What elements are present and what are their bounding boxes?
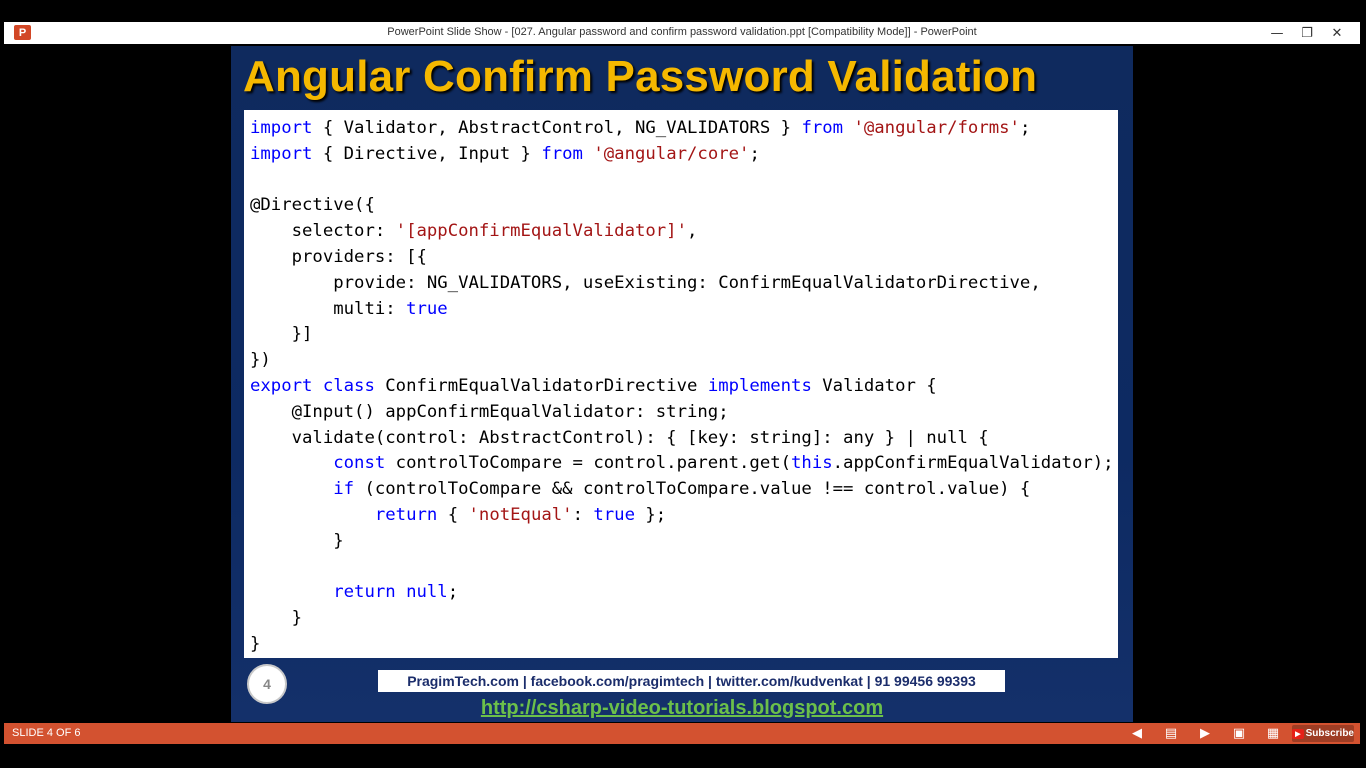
code-line: selector: '[appConfirmEqualValidator]', bbox=[250, 219, 1114, 245]
code-line: if (controlToCompare && controlToCompare… bbox=[250, 477, 1114, 503]
normal-view-icon[interactable]: ▣ bbox=[1224, 723, 1254, 744]
code-token: ConfirmEqualValidatorDirective bbox=[374, 375, 708, 396]
code-line: } bbox=[250, 606, 1114, 632]
code-line: providers: [{ bbox=[250, 245, 1114, 271]
code-line: const controlToCompare = control.parent.… bbox=[250, 451, 1114, 477]
code-token: import bbox=[250, 143, 313, 164]
next-icon[interactable]: ▶ bbox=[1190, 723, 1220, 744]
code-token: }; bbox=[635, 504, 667, 525]
code-token: Validator { bbox=[811, 375, 937, 396]
code-token: multi: bbox=[250, 298, 407, 319]
code-panel: import { Validator, AbstractControl, NG_… bbox=[244, 110, 1118, 658]
code-line: @Input() appConfirmEqualValidator: strin… bbox=[250, 400, 1114, 426]
code-token: const bbox=[333, 453, 386, 474]
code-token: null bbox=[406, 582, 448, 603]
code-token: } bbox=[250, 633, 261, 654]
code-token: import bbox=[250, 118, 313, 138]
code-line: validate(control: AbstractControl): { [k… bbox=[250, 426, 1114, 452]
restore-icon[interactable]: ❐ bbox=[1292, 22, 1322, 44]
code-token: (controlToCompare && controlToCompare.va… bbox=[354, 479, 1031, 500]
window-title: PowerPoint Slide Show - [027. Angular pa… bbox=[387, 26, 977, 38]
code-token: ; bbox=[749, 143, 760, 164]
code-line: multi: true bbox=[250, 297, 1114, 323]
code-line: } bbox=[250, 632, 1114, 658]
code-token: true bbox=[593, 504, 635, 525]
notes-icon[interactable]: ▤ bbox=[1156, 723, 1186, 744]
code-token: true bbox=[406, 298, 448, 319]
code-token: : bbox=[572, 504, 594, 525]
code-token: { bbox=[437, 504, 469, 525]
previous-icon[interactable]: ◀ bbox=[1122, 723, 1152, 744]
code-token: selector: bbox=[250, 221, 396, 242]
code-token: @Directive({ bbox=[250, 195, 375, 216]
code-token: ; bbox=[447, 582, 459, 603]
code-line: import { Directive, Input } from '@angul… bbox=[250, 142, 1114, 168]
code-token: }] bbox=[250, 324, 313, 345]
code-line: }) bbox=[250, 348, 1114, 374]
code-block: import { Validator, AbstractControl, NG_… bbox=[250, 116, 1114, 658]
footer-contact-info: PragimTech.com | facebook.com/pragimtech… bbox=[378, 670, 1005, 692]
code-line: return { 'notEqual': true }; bbox=[250, 503, 1114, 529]
code-token: , bbox=[687, 221, 698, 242]
code-token: }) bbox=[250, 350, 271, 371]
code-line: }] bbox=[250, 322, 1114, 348]
code-token: if bbox=[333, 479, 355, 500]
code-token: return bbox=[374, 504, 438, 525]
statusbar-controls: ◀ ▤ ▶ ▣ ▦ ▶ Subscribe bbox=[1122, 723, 1354, 744]
code-line: import { Validator, AbstractControl, NG_… bbox=[250, 116, 1114, 142]
code-token: implements bbox=[707, 375, 812, 396]
code-token: } bbox=[250, 608, 303, 629]
minimize-icon[interactable]: — bbox=[1262, 22, 1292, 44]
code-token: { Validator, AbstractControl, NG_VALIDAT… bbox=[312, 118, 802, 138]
code-token: } bbox=[250, 530, 344, 551]
code-token: class bbox=[322, 375, 375, 396]
code-token: @Input() appConfirmEqualValidator: strin… bbox=[250, 401, 729, 422]
code-line: @Directive({ bbox=[250, 193, 1114, 219]
code-token: return bbox=[333, 582, 396, 603]
code-line: } bbox=[250, 529, 1114, 555]
code-token: '[appConfirmEqualValidator]' bbox=[395, 221, 687, 242]
code-token: .appConfirmEqualValidator); bbox=[832, 453, 1114, 474]
code-token: provide: NG_VALIDATORS, useExisting: Con… bbox=[250, 272, 1041, 293]
footer-blog-link[interactable]: http://csharp-video-tutorials.blogspot.c… bbox=[231, 697, 1133, 720]
code-token: from bbox=[541, 143, 583, 164]
code-token: '@angular/core' bbox=[593, 143, 750, 164]
window-titlebar: P PowerPoint Slide Show - [027. Angular … bbox=[4, 22, 1360, 44]
slide-counter: SLIDE 4 OF 6 bbox=[12, 727, 81, 739]
code-token: 'notEqual' bbox=[468, 504, 573, 525]
slideshow-statusbar: SLIDE 4 OF 6 ◀ ▤ ▶ ▣ ▦ ▶ Subscribe bbox=[4, 723, 1360, 744]
code-token: this bbox=[791, 453, 833, 474]
code-token: from bbox=[801, 118, 844, 138]
code-line: provide: NG_VALIDATORS, useExisting: Con… bbox=[250, 271, 1114, 297]
subscribe-button[interactable]: ▶ Subscribe bbox=[1292, 725, 1354, 742]
close-icon[interactable]: ✕ bbox=[1322, 22, 1352, 44]
code-token: '@angular/forms' bbox=[853, 118, 1020, 138]
code-token: export bbox=[250, 375, 313, 396]
code-token: validate(control: AbstractControl): { [k… bbox=[250, 427, 989, 448]
slide-sorter-icon[interactable]: ▦ bbox=[1258, 723, 1288, 744]
code-token: ; bbox=[1019, 118, 1031, 138]
code-token: { Directive, Input } bbox=[312, 143, 542, 164]
subscribe-label: Subscribe bbox=[1305, 728, 1354, 739]
slide-title: Angular Confirm Password Validation bbox=[243, 52, 1038, 101]
code-token: controlToCompare = control.parent.get( bbox=[385, 453, 792, 474]
slide[interactable]: Angular Confirm Password Validation impo… bbox=[231, 46, 1133, 722]
code-line: return null; bbox=[250, 580, 1114, 606]
code-line: export class ConfirmEqualValidatorDirect… bbox=[250, 374, 1114, 400]
youtube-icon: ▶ bbox=[1292, 728, 1304, 739]
code-token: providers: [{ bbox=[250, 246, 427, 267]
window-controls: — ❐ ✕ bbox=[1262, 22, 1352, 44]
